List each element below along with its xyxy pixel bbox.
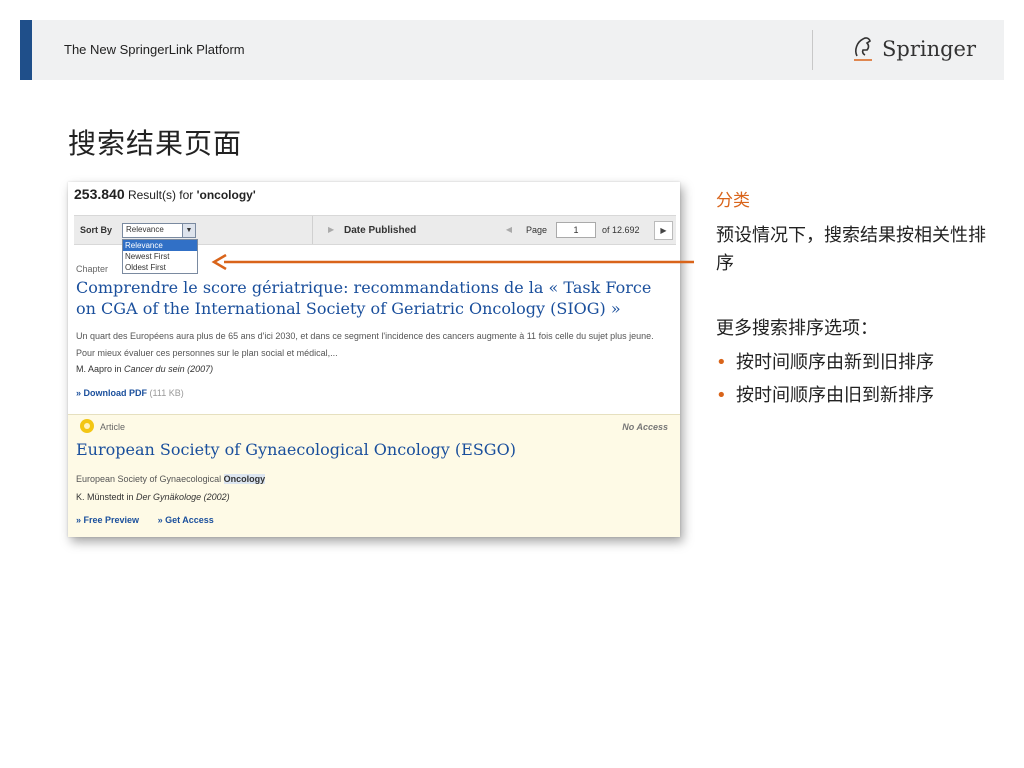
page-total: of 12.692 bbox=[602, 225, 640, 235]
result-type-chapter: Chapter bbox=[76, 264, 109, 274]
result-snippet-2-text: European Society of Gynaecological bbox=[76, 474, 222, 484]
search-query: 'oncology' bbox=[196, 188, 256, 202]
result-author-2: K. Münstedt in Der Gynäkologe (2002) bbox=[76, 492, 230, 502]
result-author-2-name: K. Münstedt in bbox=[76, 492, 134, 502]
sort-option-relevance[interactable]: Relevance bbox=[123, 240, 197, 251]
toolbar-separator bbox=[312, 216, 313, 244]
result-title-2[interactable]: European Society of Gynaecological Oncol… bbox=[76, 440, 516, 459]
result-count-line: 253.840 Result(s) for 'oncology' bbox=[74, 186, 256, 202]
date-published-sort[interactable]: Date Published bbox=[344, 225, 416, 236]
result-snippet-1: Un quart des Européens aura plus de 65 a… bbox=[76, 331, 654, 358]
download-pdf-link[interactable]: » Download PDF bbox=[76, 388, 147, 398]
download-size: (111 KB) bbox=[149, 388, 184, 398]
result-source-1[interactable]: Cancer du sein (2007) bbox=[124, 364, 213, 374]
search-results-screenshot: 253.840 Result(s) for 'oncology' Sort By… bbox=[68, 182, 680, 537]
header-divider bbox=[812, 30, 813, 70]
sort-by-label: Sort By bbox=[80, 225, 113, 235]
get-access-link[interactable]: » Get Access bbox=[158, 515, 214, 525]
result-type-article: Article bbox=[100, 422, 126, 432]
sort-options-list: 按时间顺序由新到旧排序 按时间顺序由旧到新排序 bbox=[716, 346, 934, 412]
list-item: 按时间顺序由新到旧排序 bbox=[716, 346, 934, 379]
result-source-2[interactable]: Der Gynäkologe (2002) bbox=[136, 492, 230, 502]
sort-option-oldest[interactable]: Oldest First bbox=[123, 262, 197, 273]
sort-select-value: Relevance bbox=[126, 225, 164, 234]
result-count-text: Result(s) for bbox=[127, 188, 194, 202]
result-author-1: M. Aapro in Cancer du sein (2007) bbox=[76, 364, 213, 374]
result-item-2: Article No Access European Society of Gy… bbox=[68, 414, 680, 537]
access-status: No Access bbox=[622, 422, 668, 432]
header-title: The New SpringerLink Platform bbox=[64, 42, 245, 57]
result-count: 253.840 bbox=[74, 186, 125, 202]
chevron-down-icon[interactable]: ▼ bbox=[182, 224, 195, 237]
default-sort-description: 预设情况下，搜索结果按相关性排序 bbox=[716, 225, 986, 274]
download-pdf-row: » Download PDF (111 KB) bbox=[76, 388, 184, 398]
sort-arrow-icon: ▶ bbox=[328, 225, 335, 234]
callout-arrow-icon bbox=[211, 254, 694, 270]
free-preview-link[interactable]: » Free Preview bbox=[76, 515, 139, 525]
header-accent-bar bbox=[20, 20, 32, 80]
sort-select[interactable]: Relevance ▼ bbox=[122, 223, 196, 238]
result-author-1-name: M. Aapro in bbox=[76, 364, 122, 374]
page-label: Page bbox=[526, 225, 548, 235]
sort-dropdown-list: Relevance Newest First Oldest First bbox=[122, 239, 198, 274]
result-snippet-2: European Society of Gynaecological Oncol… bbox=[76, 474, 266, 484]
list-item: 按时间顺序由旧到新排序 bbox=[716, 379, 934, 412]
page-number-input[interactable]: 1 bbox=[556, 222, 596, 238]
lock-icon bbox=[80, 419, 94, 433]
sort-option-newest[interactable]: Newest First bbox=[123, 251, 197, 262]
snippet-highlight: Oncology bbox=[223, 474, 266, 484]
next-page-button[interactable]: ▶ bbox=[654, 221, 673, 240]
springer-horse-icon bbox=[854, 37, 872, 61]
prev-page-button[interactable]: ◀ bbox=[500, 222, 518, 238]
result-2-links: » Free Preview » Get Access bbox=[76, 515, 230, 525]
result-title-1[interactable]: Comprendre le score gériatrique: recomma… bbox=[76, 277, 666, 319]
slide-title: 搜索结果页面 bbox=[68, 127, 243, 160]
slide-header: The New SpringerLink Platform Springer bbox=[20, 20, 1004, 80]
springer-logo: Springer bbox=[850, 32, 976, 66]
category-heading: 分类 bbox=[716, 191, 750, 211]
more-options-heading: 更多搜索排序选项： bbox=[716, 318, 878, 339]
logo-text: Springer bbox=[882, 37, 977, 61]
